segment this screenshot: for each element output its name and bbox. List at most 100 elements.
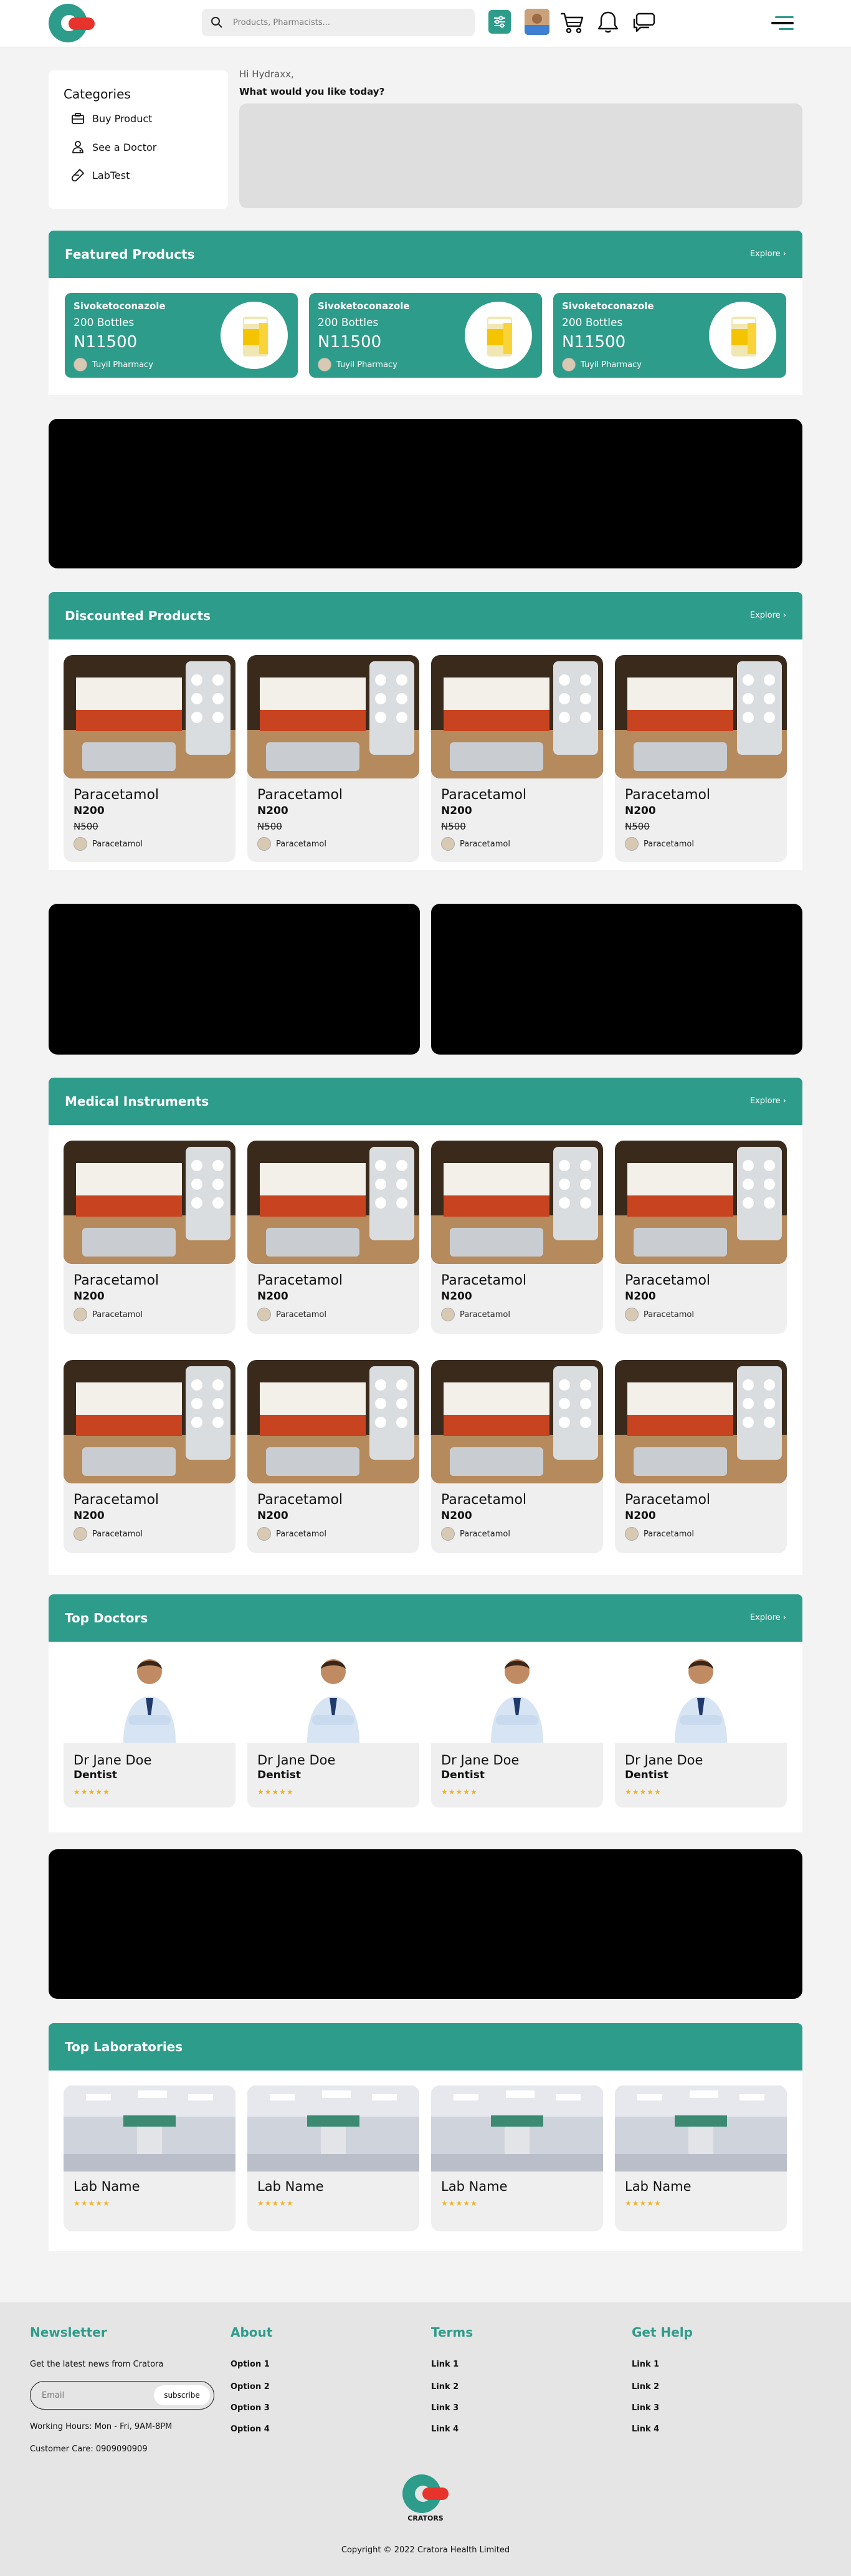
categories-panel: Categories Buy Product See a Doctor LabT… (49, 70, 228, 209)
product-price: N200 (441, 1510, 472, 1522)
product-card[interactable]: Paracetamol N200 Paracetamol (615, 1141, 787, 1334)
lab-card[interactable]: Lab Name ★★★★★ (64, 2085, 235, 2231)
help-link[interactable]: Link 1 (632, 2360, 659, 2369)
about-link[interactable]: Option 2 (231, 2382, 270, 2392)
lab-card[interactable]: Lab Name ★★★★★ (431, 2085, 603, 2231)
explore-link[interactable]: Explore › (750, 611, 786, 620)
help-link[interactable]: Link 4 (632, 2425, 659, 2434)
terms-link[interactable]: Link 3 (431, 2403, 459, 2413)
briefcase-icon (72, 113, 84, 124)
doctor-specialty: Dentist (74, 1769, 117, 1781)
doctors-header: Top Doctors Explore › (49, 1594, 802, 1642)
section-title: Discounted Products (65, 608, 211, 623)
ad-banner[interactable] (49, 419, 802, 568)
seller-tag: Paracetamol (74, 837, 143, 851)
product-card[interactable]: Paracetamol N200 N500 Paracetamol (64, 655, 235, 862)
bell-icon[interactable] (594, 9, 622, 36)
category-buy-product[interactable]: Buy Product (71, 112, 152, 125)
product-name: Paracetamol (74, 1492, 159, 1508)
product-qty: 200 Bottles (562, 317, 623, 329)
rating-stars: ★★★★★ (74, 2199, 110, 2208)
doctor-card[interactable]: Dr Jane Doe Dentist ★★★★★ (431, 1650, 603, 1808)
category-labtest[interactable]: LabTest (71, 168, 130, 182)
seller-tag: Paracetamol (441, 1308, 510, 1321)
product-price: N200 (74, 805, 105, 817)
explore-link[interactable]: Explore › (750, 1096, 786, 1106)
doctor-card[interactable]: Dr Jane Doe Dentist ★★★★★ (64, 1650, 235, 1808)
doctor-name: Dr Jane Doe (257, 1753, 336, 1768)
category-label: LabTest (92, 169, 130, 181)
search-icon[interactable] (211, 16, 223, 29)
product-price: N11500 (74, 333, 138, 352)
product-name: Sivoketoconazole (562, 300, 654, 312)
menu-icon[interactable] (766, 12, 797, 34)
category-see-doctor[interactable]: See a Doctor (71, 140, 156, 154)
terms-link[interactable]: Link 1 (431, 2360, 459, 2369)
product-card[interactable]: Paracetamol N200 Paracetamol (615, 1360, 787, 1553)
product-name: Paracetamol (74, 1273, 159, 1288)
product-card[interactable]: Paracetamol N200 N500 Paracetamol (615, 655, 787, 862)
subscribe-button[interactable]: subscribe (154, 2385, 210, 2405)
product-name: Paracetamol (625, 1492, 711, 1508)
section-title: Featured Products (65, 247, 195, 262)
featured-card[interactable]: Sivoketoconazole 200 Bottles N11500 Tuyi… (309, 293, 542, 378)
product-image (465, 302, 532, 369)
profile-avatar[interactable] (525, 9, 549, 35)
product-card[interactable]: Paracetamol N200 Paracetamol (64, 1141, 235, 1334)
newsletter-email-input[interactable] (42, 2382, 148, 2409)
lab-name: Lab Name (625, 2179, 692, 2194)
rating-stars: ★★★★★ (257, 1788, 294, 1796)
featured-card[interactable]: Sivoketoconazole 200 Bottles N11500 Tuyi… (553, 293, 786, 378)
about-link[interactable]: Option 3 (231, 2403, 270, 2413)
about-link[interactable]: Option 1 (231, 2360, 270, 2369)
lab-name: Lab Name (257, 2179, 324, 2194)
lab-name: Lab Name (441, 2179, 508, 2194)
help-link[interactable]: Link 2 (632, 2382, 659, 2392)
ad-banner-right[interactable] (431, 904, 802, 1055)
product-name: Paracetamol (441, 1273, 527, 1288)
terms-link[interactable]: Link 4 (431, 2425, 459, 2434)
rating-stars: ★★★★★ (257, 2199, 294, 2208)
filter-button[interactable] (488, 10, 511, 34)
promo-banner[interactable] (239, 103, 802, 208)
cratora-logo[interactable] (49, 4, 95, 42)
product-price: N200 (625, 1290, 656, 1303)
terms-title: Terms (431, 2325, 473, 2340)
explore-link[interactable]: Explore › (750, 249, 786, 259)
seller-tag: Paracetamol (74, 1308, 143, 1321)
terms-link[interactable]: Link 2 (431, 2382, 459, 2392)
product-card[interactable]: Paracetamol N200 Paracetamol (431, 1360, 603, 1553)
seller-tag: Paracetamol (441, 837, 510, 851)
doctor-card[interactable]: Dr Jane Doe Dentist ★★★★★ (615, 1650, 787, 1808)
seller-tag: Paracetamol (74, 1527, 143, 1541)
cart-icon[interactable] (558, 9, 586, 36)
help-link[interactable]: Link 3 (632, 2403, 659, 2413)
explore-link[interactable]: Explore › (750, 1613, 786, 1622)
product-name: Paracetamol (257, 1273, 343, 1288)
featured-card[interactable]: Sivoketoconazole 200 Bottles N11500 Tuyi… (65, 293, 298, 378)
lab-card[interactable]: Lab Name ★★★★★ (247, 2085, 419, 2231)
product-card[interactable]: Paracetamol N200 N500 Paracetamol (247, 655, 419, 862)
doctor-icon (72, 141, 83, 153)
lab-card[interactable]: Lab Name ★★★★★ (615, 2085, 787, 2231)
footer-logo[interactable]: CRATORS (402, 2474, 449, 2526)
pharmacy-avatar (318, 358, 331, 371)
ad-banner-left[interactable] (49, 904, 420, 1055)
seller-tag: Paracetamol (441, 1527, 510, 1541)
product-card[interactable]: Paracetamol N200 N500 Paracetamol (431, 655, 603, 862)
chat-icon[interactable] (630, 9, 658, 36)
top-header (0, 0, 851, 47)
doctor-specialty: Dentist (625, 1769, 668, 1781)
product-card[interactable]: Paracetamol N200 Paracetamol (64, 1360, 235, 1553)
working-hours: Working Hours: Mon - Fri, 9AM-8PM (30, 2422, 173, 2431)
product-card[interactable]: Paracetamol N200 Paracetamol (247, 1141, 419, 1334)
product-card[interactable]: Paracetamol N200 Paracetamol (431, 1141, 603, 1334)
product-image (247, 1141, 419, 1264)
about-link[interactable]: Option 4 (231, 2425, 270, 2434)
ad-banner-bottom[interactable] (49, 1849, 802, 1999)
doctor-card[interactable]: Dr Jane Doe Dentist ★★★★★ (247, 1650, 419, 1808)
discounted-header: Discounted Products Explore › (49, 592, 802, 639)
search-input[interactable] (233, 9, 464, 36)
seller-avatar (625, 837, 639, 851)
product-card[interactable]: Paracetamol N200 Paracetamol (247, 1360, 419, 1553)
